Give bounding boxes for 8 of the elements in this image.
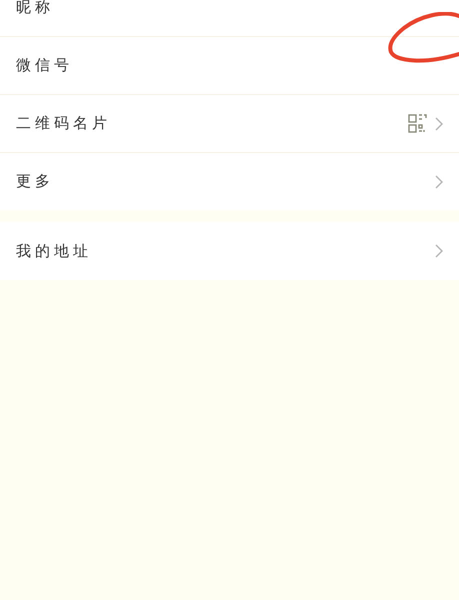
row-label: 我的地址 bbox=[16, 242, 93, 260]
row-label: 二维码名片 bbox=[16, 114, 112, 133]
settings-row[interactable]: 我的地址 bbox=[0, 222, 459, 280]
settings-row[interactable]: 微信号 bbox=[0, 36, 459, 94]
row-label: 微信号 bbox=[16, 56, 74, 75]
settings-row[interactable]: 二维码名片 bbox=[0, 94, 459, 152]
row-label: 更多 bbox=[16, 172, 55, 191]
settings-row[interactable]: 更多 bbox=[0, 152, 459, 210]
